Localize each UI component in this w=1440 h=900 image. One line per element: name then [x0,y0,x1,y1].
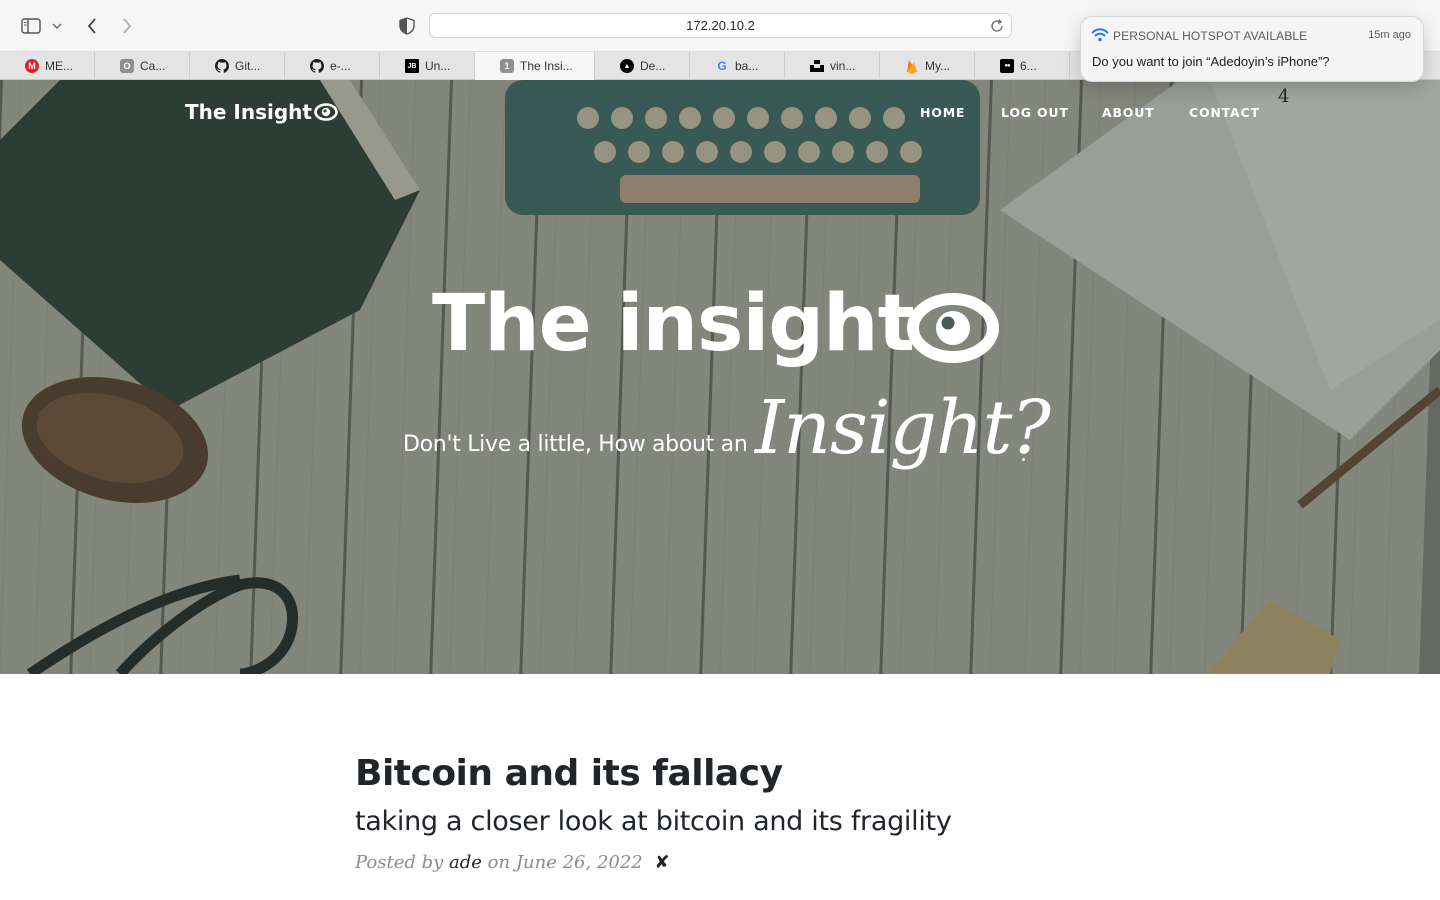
chevron-down-icon[interactable] [47,14,67,38]
date-prefix: on [487,852,511,873]
tab-label: Git... [235,59,261,73]
github-icon [215,59,229,73]
tab-label: Ca... [140,59,166,73]
post-subtitle[interactable]: taking a closer look at bitcoin and its … [355,806,952,837]
nav-about[interactable]: ABOUT [1102,105,1155,120]
tab-label: The Insi... [520,59,573,73]
nav-contact[interactable]: CONTACT [1189,105,1260,120]
hero-section: The Insight HOME LOG OUT ABOUT CONTACT 4… [0,80,1440,674]
post-meta: Posted by ade on June 26, 2022 ✘ [355,852,670,873]
tab-mega[interactable]: M ME... [0,52,95,80]
stray-text: 4 [1278,86,1290,107]
posted-by-label: Posted by [355,852,444,873]
tab-label: My... [925,59,951,73]
nav-home[interactable]: HOME [920,105,965,120]
eye-icon [907,293,999,363]
eye-icon [314,103,338,121]
github-icon [310,59,324,73]
forward-icon[interactable] [115,14,139,38]
tab-the-insight[interactable]: 1 The Insi... [475,52,595,81]
hotspot-notification[interactable]: PERSONAL HOTSPOT AVAILABLE 15m ago Do yo… [1080,16,1424,82]
hero-subtitle: Don't Live a little, How about an [403,432,748,457]
tab-firebase[interactable]: My... [880,52,975,80]
reload-icon[interactable] [989,18,1005,34]
brand-text: The Insight [185,100,312,124]
address-bar[interactable]: 172.20.10.2 [429,13,1012,38]
post-author-link[interactable]: ade [449,852,482,873]
nav-log-out[interactable]: LOG OUT [1001,105,1069,120]
tab-label: De... [640,59,666,73]
tab-google[interactable]: G ba... [690,52,785,80]
tab-label: ME... [45,59,74,73]
tab-calendar[interactable]: O Ca... [95,52,190,80]
tab-label: ba... [735,59,759,73]
tab-label: 6... [1020,59,1037,73]
post-date: June 26, 2022 [515,852,643,873]
tab-design[interactable]: ▲ De... [595,52,690,80]
tab-github-2[interactable]: e-... [285,52,380,80]
tab-jetbrains[interactable]: JB Un... [380,52,475,80]
tab-label: Un... [425,59,451,73]
address-text: 172.20.10.2 [686,18,755,33]
tab-medium[interactable]: ●● 6... [975,52,1070,80]
privacy-shield-icon[interactable] [395,14,419,38]
hero-script-text: Insight? [755,385,1051,471]
mega-icon: M [25,59,39,73]
wifi-icon [1091,28,1109,42]
triangle-icon: ▲ [620,59,634,73]
hero-overlay [0,80,1440,674]
unsplash-icon [810,59,824,73]
sidebar-toggle-icon[interactable] [19,14,43,38]
firebase-icon [905,59,919,74]
hero-title: The insight [432,279,915,369]
jetbrains-icon: JB [405,59,419,73]
numbered-tab-icon: 1 [500,59,514,73]
notification-body: Do you want to join “Adedoyin’s iPhone”? [1092,54,1330,69]
tab-github[interactable]: Git... [190,52,285,80]
notification-time: 15m ago [1368,29,1411,41]
back-icon[interactable] [80,14,104,38]
hero-period: . [1020,442,1027,467]
tab-unsplash[interactable]: vin... [785,52,880,80]
post-title[interactable]: Bitcoin and its fallacy [355,753,783,794]
medium-icon: ●● [1000,59,1014,73]
tab-label: e-... [330,59,351,73]
calendar-icon: O [120,59,134,73]
brand-logo[interactable]: The Insight [185,100,338,124]
tab-label: vin... [830,59,856,73]
google-icon: G [717,59,727,73]
notification-title: PERSONAL HOTSPOT AVAILABLE [1113,29,1308,43]
delete-post-button[interactable]: ✘ [655,852,670,873]
